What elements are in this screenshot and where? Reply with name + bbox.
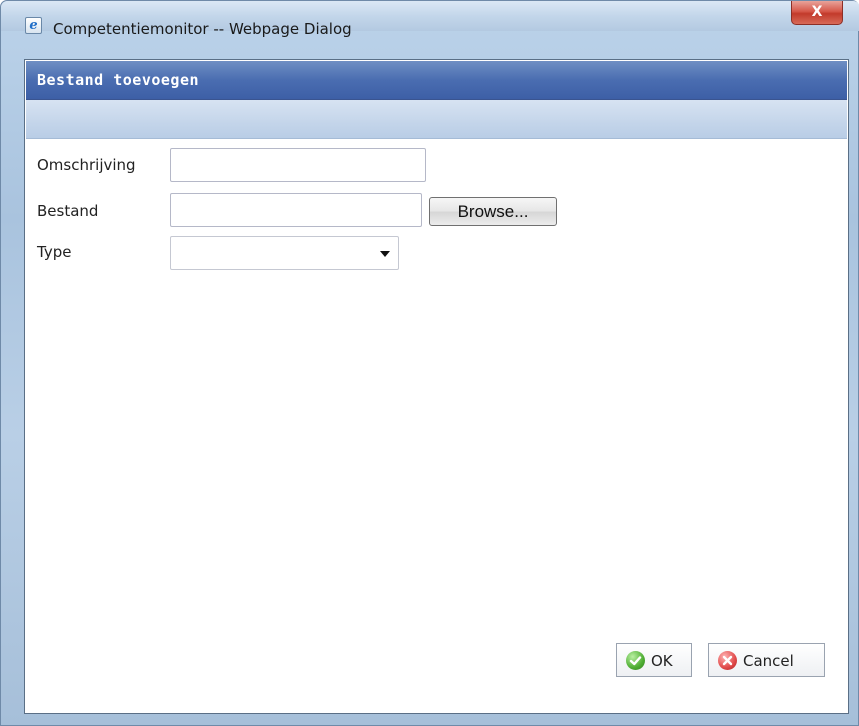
panel-header: Bestand toevoegen [26,61,847,100]
title-bar[interactable]: e Competentiemonitor -- Webpage Dialog X [1,1,859,38]
cancel-circle-icon [718,651,737,670]
omschrijving-label: Omschrijving [37,156,136,174]
internet-explorer-icon: e [25,17,42,34]
dialog-window: e Competentiemonitor -- Webpage Dialog X… [0,0,859,726]
type-select[interactable] [170,236,399,270]
check-circle-icon [626,651,645,670]
type-label: Type [37,243,72,261]
chevron-down-icon [380,251,390,257]
cancel-button[interactable]: Cancel [708,643,825,677]
dialog-content: Bestand toevoegen Omschrijving Bestand B… [24,59,849,714]
omschrijving-input[interactable] [170,148,426,182]
browse-button[interactable]: Browse... [429,197,557,226]
bestand-file-input[interactable] [170,193,422,227]
cancel-button-label: Cancel [743,652,794,670]
close-button[interactable]: X [791,1,843,25]
bestand-label: Bestand [37,202,99,220]
window-title: Competentiemonitor -- Webpage Dialog [53,20,352,38]
panel-toolbar [26,100,847,139]
panel-title: Bestand toevoegen [37,71,200,89]
ok-button-label: OK [651,652,673,670]
ok-button[interactable]: OK [616,643,692,677]
close-icon: X [811,4,823,20]
